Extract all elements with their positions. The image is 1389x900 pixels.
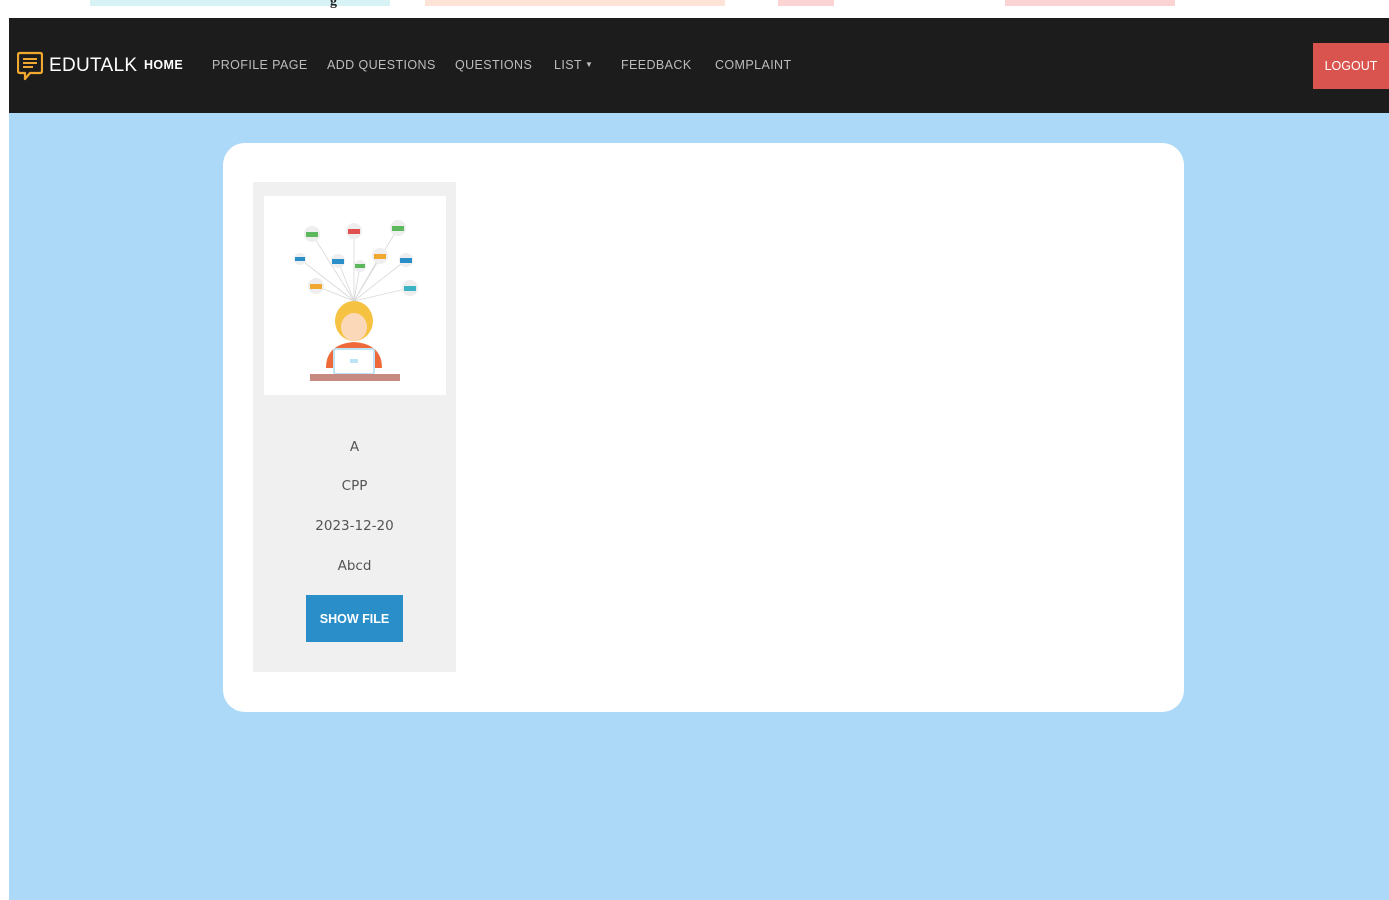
brand[interactable]: EDUTALK [17, 51, 137, 81]
nav-list-label: LIST [554, 58, 582, 72]
brand-name: EDUTALK [49, 55, 138, 76]
student-laptop-files-illustration [294, 220, 418, 381]
app-window: EDUTALK HOME PROFILE PAGE ADD QUESTIONS … [9, 18, 1389, 900]
nav-feedback[interactable]: FEEDBACK [621, 58, 692, 72]
card-image [264, 196, 446, 395]
strip-block-cyan [90, 0, 390, 6]
nav-profile-page[interactable]: PROFILE PAGE [212, 58, 308, 72]
top-cropped-strip: g [0, 0, 1389, 18]
nav-questions[interactable]: QUESTIONS [455, 58, 532, 72]
card-date: 2023-12-20 [315, 518, 394, 534]
card-description: Abcd [337, 558, 372, 574]
content-panel: A CPP 2023-12-20 Abcd SHOW FILE [223, 143, 1184, 712]
card-name: A [349, 439, 360, 455]
nav-list-dropdown[interactable]: LIST ▼ [554, 58, 593, 72]
nav-complaint[interactable]: COMPLAINT [715, 58, 792, 72]
strip-text-fragment: g [330, 0, 337, 9]
caret-down-icon: ▼ [585, 60, 594, 69]
chat-document-icon [17, 51, 43, 81]
strip-block-pink [778, 0, 834, 6]
strip-block-peach [425, 0, 725, 6]
show-file-button[interactable]: SHOW FILE [306, 595, 403, 642]
strip-block-pink-2 [1005, 0, 1175, 6]
navbar: EDUTALK HOME PROFILE PAGE ADD QUESTIONS … [9, 18, 1389, 113]
card-subject: CPP [341, 478, 368, 494]
logout-button[interactable]: LOGOUT [1313, 43, 1389, 89]
question-card: A CPP 2023-12-20 Abcd SHOW FILE [253, 182, 456, 672]
nav-add-questions[interactable]: ADD QUESTIONS [327, 58, 436, 72]
nav-home[interactable]: HOME [144, 58, 183, 72]
